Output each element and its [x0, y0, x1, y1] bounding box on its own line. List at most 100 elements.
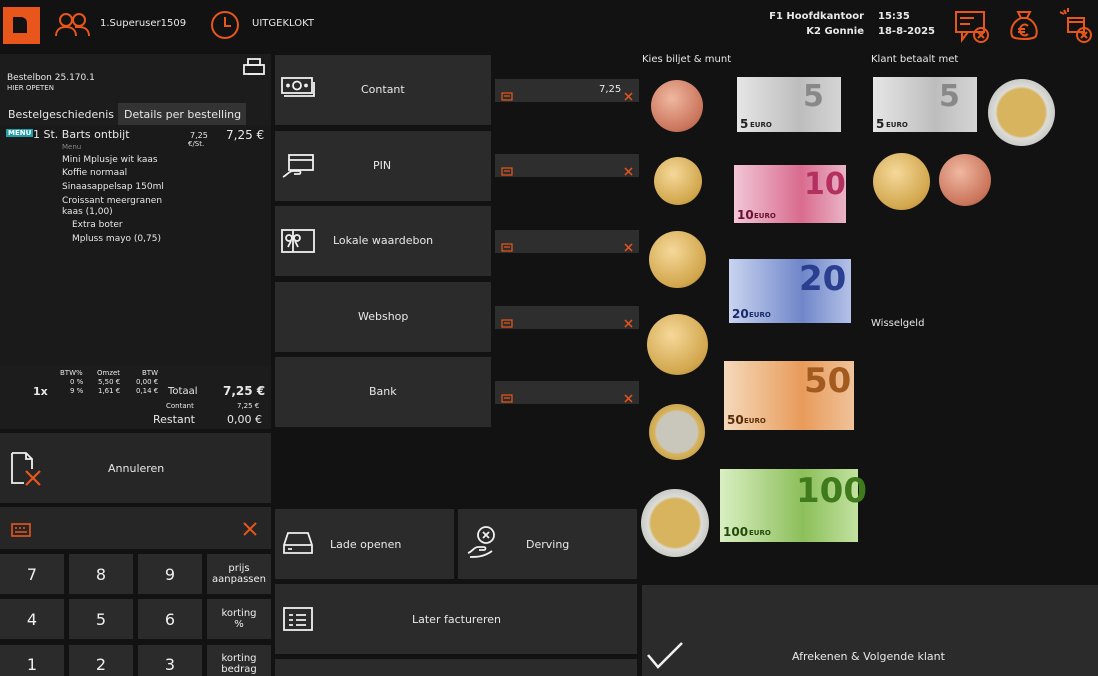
coin-1-euro[interactable] — [649, 404, 705, 460]
payment-label: PIN — [373, 159, 392, 172]
payment-pin[interactable]: PIN — [275, 131, 491, 201]
note-currency: EURO — [744, 417, 766, 425]
note-value: 50 — [804, 361, 852, 401]
payment-voucher[interactable]: Lokale waardebon — [275, 206, 491, 276]
printer-icon[interactable] — [243, 58, 265, 82]
payment-contant[interactable]: Contant — [275, 55, 491, 125]
item-name[interactable]: 1 St. Barts ontbijt — [33, 128, 130, 141]
payment-amount-field[interactable] — [495, 230, 639, 253]
clear-icon[interactable] — [624, 161, 633, 180]
clock-icon[interactable] — [210, 10, 240, 44]
payment-bank[interactable]: Bank — [275, 357, 491, 427]
payment-label: Webshop — [358, 310, 409, 323]
coin-50-cent[interactable] — [647, 314, 708, 375]
key-2[interactable]: 2 — [69, 645, 133, 676]
payment-amount-field[interactable]: 7,25 — [495, 79, 639, 102]
note-20[interactable]: 20 20 EURO — [729, 259, 851, 323]
keyboard-icon[interactable] — [501, 161, 513, 180]
keyboard-icon[interactable] — [501, 388, 513, 407]
note-100[interactable]: 100 100 EURO — [720, 469, 867, 542]
tab-history[interactable]: Bestelgeschiedenis — [0, 103, 118, 125]
order-panel: Bestelbon 25.170.1 HIER OPETEN Bestelges… — [0, 54, 271, 429]
extra-button-stub[interactable] — [275, 659, 637, 676]
key-6[interactable]: 6 — [138, 599, 202, 639]
component-line: Mini Mplusje wit kaas — [62, 155, 158, 165]
user-name[interactable]: 1.Superuser1509 — [100, 18, 186, 29]
choose-header: Kies biljet & munt — [642, 54, 732, 65]
item-price: 7,25 € — [226, 128, 265, 142]
voucher-icon — [281, 228, 315, 257]
order-summary: BTW% Omzet BTW 0 % 5,50 € 0,00 € 9 % 1,6… — [0, 365, 271, 429]
note-currency: EURO — [749, 529, 771, 537]
keypad-input[interactable] — [0, 507, 271, 549]
remove-item-icon[interactable] — [1058, 6, 1094, 48]
paid-coin-5-cent[interactable] — [939, 154, 991, 206]
coin-5-cent[interactable] — [651, 80, 703, 132]
clear-icon[interactable] — [624, 313, 633, 332]
change-header: Wisselgeld — [871, 318, 925, 329]
item-unit-label: €/St. — [188, 140, 205, 148]
key-3[interactable]: 3 — [138, 645, 202, 676]
users-icon[interactable] — [55, 12, 91, 42]
invoice-icon — [283, 606, 313, 635]
invoice-later-button[interactable]: Later factureren — [275, 584, 637, 654]
paid-coin-2-euro[interactable] — [988, 79, 1055, 146]
keyboard-icon[interactable] — [501, 86, 513, 105]
adjust-price-button[interactable]: prijs aanpassen — [207, 554, 271, 594]
tab-details[interactable]: Details per bestelling — [118, 103, 246, 125]
cancel-label: Annuleren — [108, 462, 165, 475]
key-5[interactable]: 5 — [69, 599, 133, 639]
restant-value: 0,00 € — [227, 413, 262, 426]
paid-coin-20-cent[interactable] — [873, 153, 930, 210]
note-value: 100 — [796, 471, 867, 511]
waste-button[interactable]: Derving — [458, 509, 637, 579]
cancel-button[interactable]: Annuleren — [0, 433, 271, 503]
keyboard-icon[interactable] — [501, 237, 513, 256]
clear-icon[interactable] — [624, 86, 633, 105]
cancel-document-icon — [10, 451, 44, 491]
keyboard-icon[interactable] — [11, 522, 31, 541]
omzet: 5,50 € — [98, 378, 121, 386]
note-currency: EURO — [749, 311, 771, 319]
coin-20-cent[interactable] — [649, 231, 706, 288]
drawer-label: Lade openen — [330, 538, 402, 551]
time-label: 15:35 — [878, 11, 910, 22]
payment-amount-field[interactable] — [495, 154, 639, 177]
location-label: F1 Hoofdkantoor — [769, 11, 864, 22]
clear-icon[interactable] — [624, 237, 633, 256]
key-8[interactable]: 8 — [69, 554, 133, 594]
btw: 0,14 € — [136, 387, 159, 395]
note-5[interactable]: 5 5 EURO — [737, 77, 841, 132]
key-1[interactable]: 1 — [0, 645, 64, 676]
note-10[interactable]: 10 10 EURO — [734, 165, 846, 223]
cash-icon — [281, 77, 315, 104]
order-subtitle: HIER OPETEN — [7, 84, 54, 92]
order-items: MENU 1 St. Barts ontbijt Menu 7,25 €/St.… — [0, 125, 271, 365]
discount-amount-button[interactable]: korting bedrag — [207, 645, 271, 676]
money-bag-icon[interactable] — [1008, 8, 1040, 46]
coin-10-cent[interactable] — [654, 157, 702, 205]
paid-note-5[interactable]: 5 5 EURO — [873, 77, 977, 132]
clear-icon[interactable] — [242, 521, 258, 541]
coin-2-euro[interactable] — [641, 489, 709, 557]
key-7[interactable]: 7 — [0, 554, 64, 594]
menu-badge: MENU — [6, 129, 34, 137]
payment-webshop[interactable]: Webshop — [275, 282, 491, 352]
payment-amount-field[interactable] — [495, 306, 639, 329]
discount-percent-button[interactable]: korting % — [207, 599, 271, 639]
waste-icon — [466, 525, 498, 562]
top-bar: 1.Superuser1509 UITGEKLOKT F1 Hoofdkanto… — [0, 0, 1098, 50]
key-9[interactable]: 9 — [138, 554, 202, 594]
clock-status[interactable]: UITGEKLOKT — [252, 18, 314, 29]
checkout-label: Afrekenen & Volgende klant — [792, 650, 945, 663]
cancel-receipt-icon[interactable] — [954, 10, 990, 48]
note-50[interactable]: 50 50 EURO — [724, 361, 854, 430]
invoice-label: Later factureren — [412, 613, 501, 626]
open-drawer-button[interactable]: Lade openen — [275, 509, 454, 579]
checkout-button[interactable]: Afrekenen & Volgende klant — [642, 585, 1098, 676]
clear-icon[interactable] — [624, 388, 633, 407]
key-4[interactable]: 4 — [0, 599, 64, 639]
payment-amount-field[interactable] — [495, 381, 639, 404]
keyboard-icon[interactable] — [501, 313, 513, 332]
note-currency: EURO — [754, 212, 776, 220]
